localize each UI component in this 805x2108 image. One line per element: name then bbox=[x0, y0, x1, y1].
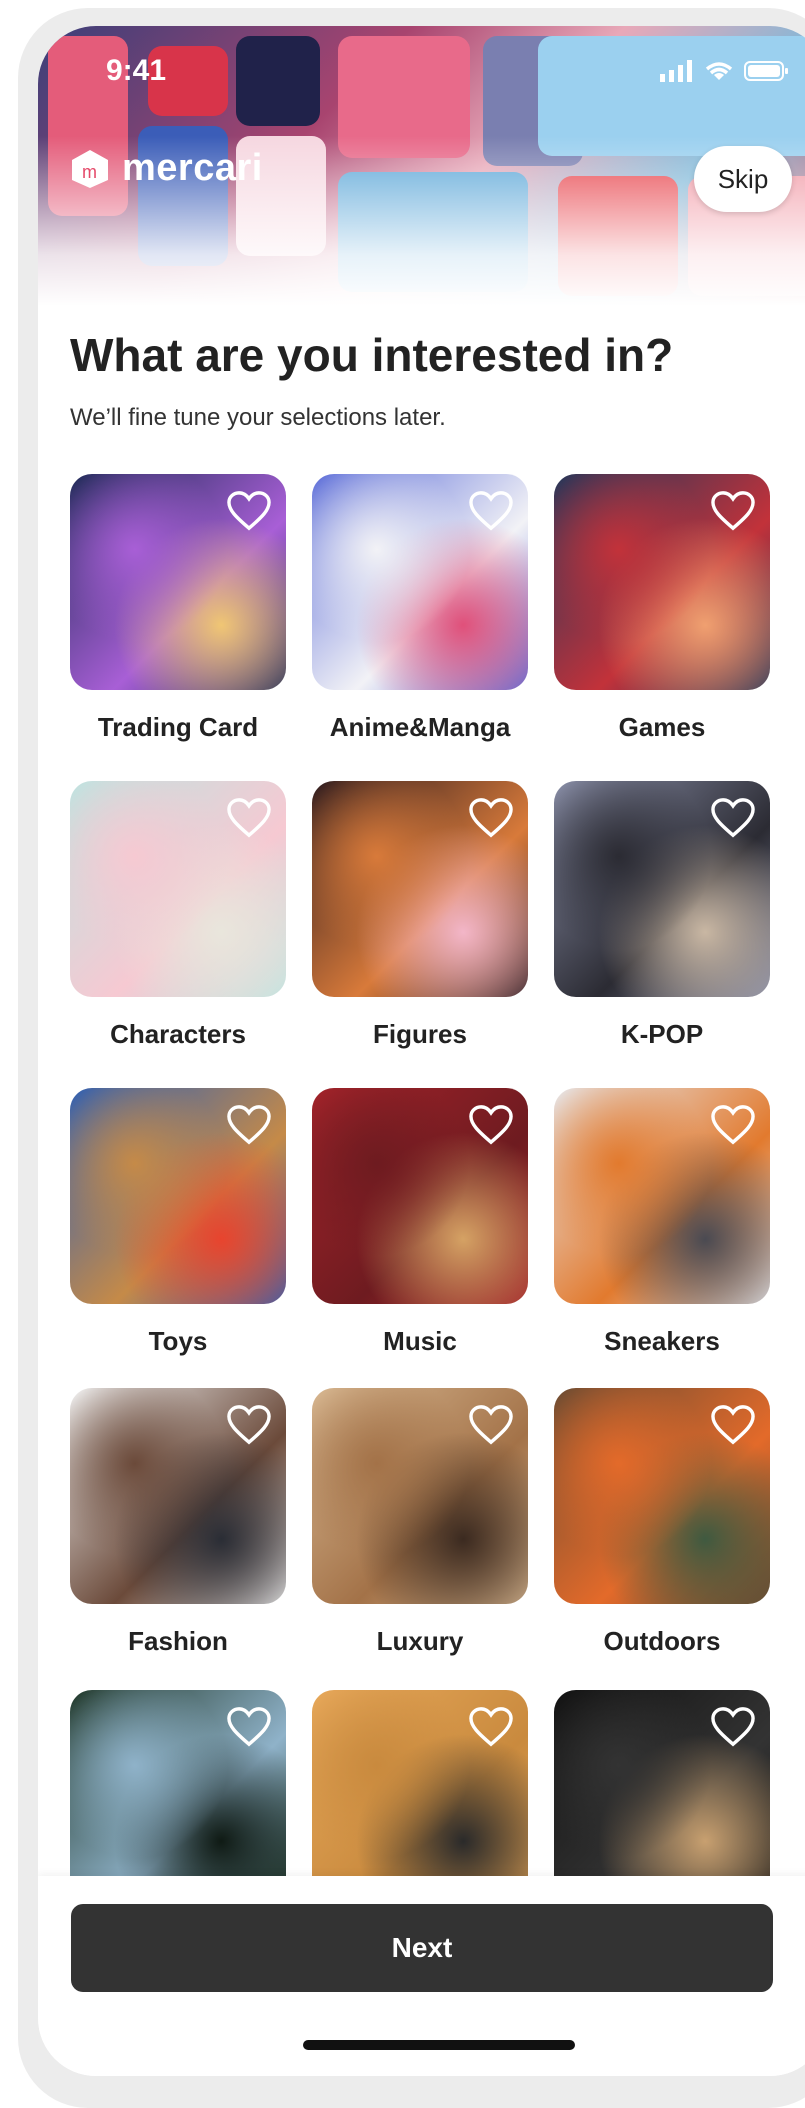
category-card[interactable]: Fashion bbox=[70, 1388, 286, 1657]
status-bar: 9:41 bbox=[38, 26, 805, 96]
header-banner: 9:41 m mercari Skip bbox=[38, 26, 805, 306]
category-label: Luxury bbox=[376, 1626, 464, 1656]
bottom-bar: Next bbox=[38, 1876, 805, 2076]
category-label: Trading Card bbox=[97, 712, 259, 742]
category-label: Games bbox=[618, 712, 706, 742]
category-label: Outdoors bbox=[603, 1626, 721, 1656]
category-card[interactable]: Luxury bbox=[312, 1388, 528, 1657]
category-card[interactable]: Trading Card bbox=[70, 474, 286, 743]
category-label: Music bbox=[383, 1326, 457, 1356]
category-card[interactable]: Figures bbox=[312, 781, 528, 1050]
heart-icon[interactable] bbox=[710, 1404, 756, 1446]
category-label: Figures bbox=[373, 1019, 467, 1049]
wifi-icon bbox=[705, 62, 733, 80]
category-card[interactable]: Toys bbox=[70, 1088, 286, 1357]
category-image[interactable] bbox=[312, 1088, 528, 1304]
category-label: Anime&Manga bbox=[329, 712, 511, 742]
status-time: 9:41 bbox=[106, 54, 167, 87]
heart-icon[interactable] bbox=[226, 1706, 272, 1748]
heart-icon[interactable] bbox=[226, 1104, 272, 1146]
heart-icon[interactable] bbox=[226, 1404, 272, 1446]
screen: 9:41 m mercari Skip What are you interes… bbox=[38, 26, 805, 2076]
category-label: K-POP bbox=[620, 1019, 704, 1049]
heart-icon[interactable] bbox=[226, 490, 272, 532]
heart-icon[interactable] bbox=[468, 490, 514, 532]
category-image[interactable] bbox=[554, 1388, 770, 1604]
mercari-logo: m mercari bbox=[68, 146, 263, 190]
category-image[interactable] bbox=[70, 1088, 286, 1304]
category-label: Toys bbox=[148, 1326, 208, 1356]
category-image[interactable] bbox=[70, 1690, 286, 1906]
category-image[interactable] bbox=[312, 1690, 528, 1906]
category-card[interactable]: Sneakers bbox=[554, 1088, 770, 1357]
heart-icon[interactable] bbox=[468, 1404, 514, 1446]
category-image[interactable] bbox=[554, 1690, 770, 1906]
category-image[interactable] bbox=[554, 1088, 770, 1304]
category-label: Characters bbox=[110, 1019, 246, 1049]
next-button[interactable]: Next bbox=[71, 1904, 773, 1992]
status-icons bbox=[660, 60, 790, 82]
heart-icon[interactable] bbox=[710, 797, 756, 839]
heart-icon[interactable] bbox=[468, 1104, 514, 1146]
category-label: Sneakers bbox=[604, 1326, 720, 1356]
category-image[interactable] bbox=[70, 474, 286, 690]
category-card[interactable]: K-POP bbox=[554, 781, 770, 1050]
category-image[interactable] bbox=[70, 1388, 286, 1604]
category-label: Fashion bbox=[128, 1626, 228, 1656]
phone-frame: 9:41 m mercari Skip What are you interes… bbox=[18, 8, 805, 2108]
category-image[interactable] bbox=[312, 1388, 528, 1604]
category-card[interactable]: Games bbox=[554, 474, 770, 743]
skip-button[interactable]: Skip bbox=[694, 146, 792, 212]
home-indicator bbox=[303, 2040, 575, 2050]
category-card[interactable]: Anime&Manga bbox=[312, 474, 528, 743]
category-image[interactable] bbox=[312, 474, 528, 690]
category-image[interactable] bbox=[554, 781, 770, 997]
category-image[interactable] bbox=[70, 781, 286, 997]
heart-icon[interactable] bbox=[226, 797, 272, 839]
page-title: What are you interested in? bbox=[70, 329, 674, 381]
signal-icon bbox=[660, 60, 692, 82]
heart-icon[interactable] bbox=[710, 1706, 756, 1748]
heart-icon[interactable] bbox=[710, 1104, 756, 1146]
category-image[interactable] bbox=[554, 474, 770, 690]
category-card[interactable]: Outdoors bbox=[554, 1388, 770, 1657]
category-image[interactable] bbox=[312, 781, 528, 997]
logo-text: mercari bbox=[122, 146, 263, 189]
heart-icon[interactable] bbox=[710, 490, 756, 532]
heart-icon[interactable] bbox=[468, 797, 514, 839]
svg-text:m: m bbox=[82, 162, 97, 182]
page-subtitle: We’ll fine tune your selections later. bbox=[70, 404, 446, 431]
heart-icon[interactable] bbox=[468, 1706, 514, 1748]
battery-icon bbox=[744, 61, 788, 81]
category-card[interactable]: Characters bbox=[70, 781, 286, 1050]
mercari-logo-icon: m bbox=[72, 150, 108, 188]
category-card[interactable]: Music bbox=[312, 1088, 528, 1357]
